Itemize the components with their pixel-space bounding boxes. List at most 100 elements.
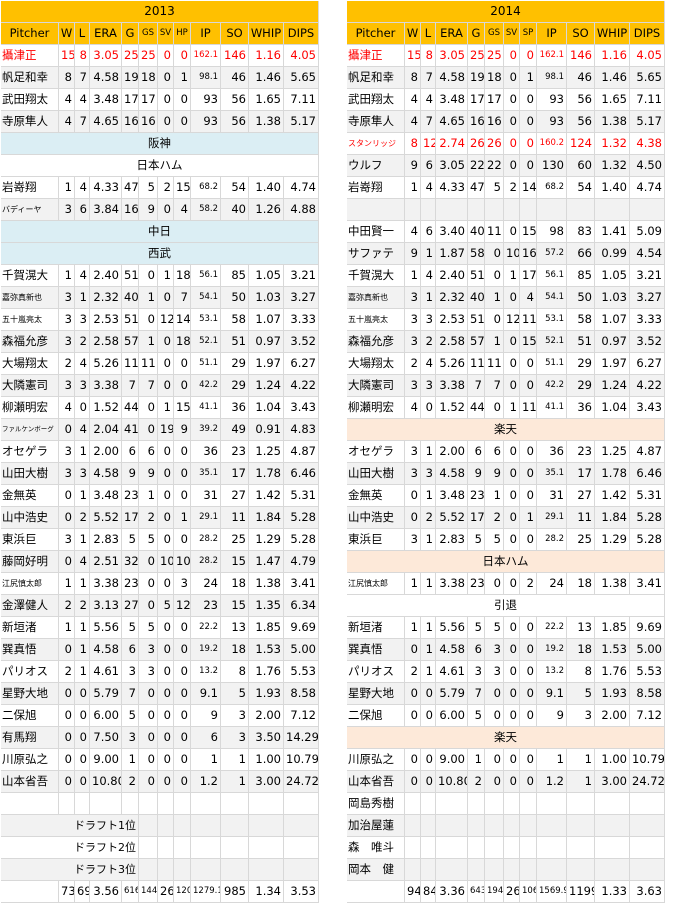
right-stat-cell: 2 [421, 331, 436, 353]
right-stat-cell: 146 [567, 45, 595, 67]
left-stat-cell: 3 [59, 529, 75, 551]
right-stat-cell: 1 [421, 573, 436, 595]
right-stat-cell: 5.31 [630, 485, 665, 507]
right-stat-cell [421, 815, 436, 837]
right-stat-cell: 56 [567, 89, 595, 111]
left-stat-cell: 3 [59, 287, 75, 309]
right-stat-cell [504, 859, 520, 881]
right-total-cell: 84 [421, 881, 436, 903]
left-stat-cell: 42.2 [191, 375, 221, 397]
right-stat-cell: 8 [567, 661, 595, 683]
right-stat-cell: 1.00 [595, 749, 630, 771]
right-stat-cell: 3 [421, 309, 436, 331]
left-stat-cell: 56.1 [191, 265, 221, 287]
right-stat-cell: 0 [504, 639, 520, 661]
right-stat-cell: 23 [468, 573, 485, 595]
left-stat-cell: 3 [75, 309, 90, 331]
left-stat-cell: 0 [139, 727, 158, 749]
right-stat-cell [485, 815, 504, 837]
right-stat-cell: 6.00 [436, 705, 468, 727]
left-stat-cell: 9 [174, 419, 191, 441]
right-stat-cell: 3 [485, 661, 504, 683]
right-stat-cell: 4.22 [630, 375, 665, 397]
right-stat-cell [630, 837, 665, 859]
right-stat-cell: 6 [485, 441, 504, 463]
right-stat-cell: 26 [468, 133, 485, 155]
right-stat-cell: 5.28 [630, 529, 665, 551]
left-stat-cell: 1.78 [249, 463, 284, 485]
right-stat-cell: 16 [468, 111, 485, 133]
right-stat-cell: 6.27 [630, 353, 665, 375]
right-blank-cell [595, 199, 630, 221]
left-stat-cell: 0 [59, 507, 75, 529]
left-stat-cell: 4 [75, 419, 90, 441]
left-blank-cell [174, 793, 191, 815]
left-draft-label: ドラフト3位 [1, 859, 139, 881]
right-stat-cell: 9 [485, 463, 504, 485]
left-stat-cell: 7 [139, 375, 158, 397]
left-team-header: 日本ハム [1, 155, 319, 177]
right-stat-cell: 1.05 [595, 265, 630, 287]
left-stat-cell: 0 [139, 573, 158, 595]
left-stat-cell: 0 [59, 727, 75, 749]
left-pitcher-name: 新垣渚 [1, 617, 59, 639]
right-stat-cell: 5.56 [436, 617, 468, 639]
left-pitcher-name: ファルケンボーグ [1, 419, 59, 441]
left-stat-cell: 4.58 [90, 639, 122, 661]
left-stat-cell: 32 [122, 551, 139, 573]
right-stat-cell: 15 [520, 221, 537, 243]
right-pitcher-name: 寺原隼人 [347, 111, 405, 133]
left-pitcher-name: 寺原隼人 [1, 111, 59, 133]
right-stat-cell: 11 [485, 353, 504, 375]
right-stat-cell [436, 837, 468, 859]
left-stat-cell: 6.27 [284, 353, 319, 375]
left-stat-cell: 16 [122, 199, 139, 221]
left-stat-cell: 3.48 [90, 485, 122, 507]
right-stat-cell: 19.2 [537, 639, 567, 661]
left-stat-cell: 10 [174, 551, 191, 573]
right-stat-cell: 5.52 [436, 507, 468, 529]
left-stat-cell: 8.58 [284, 683, 319, 705]
right-stat-cell: 0 [520, 155, 537, 177]
right-stat-cell: 42.2 [537, 375, 567, 397]
left-stat-cell: 3 [59, 441, 75, 463]
left-stat-cell: 0 [158, 375, 174, 397]
left-stat-cell: 0 [174, 639, 191, 661]
left-pitcher-name: 柳瀬明宏 [1, 397, 59, 419]
right-stat-cell: 0 [520, 111, 537, 133]
right-stat-cell: 1 [405, 617, 421, 639]
left-stat-cell: 98.1 [191, 67, 221, 89]
right-stat-cell [630, 815, 665, 837]
right-stat-cell: 0 [520, 133, 537, 155]
right-column-header: GS [485, 23, 504, 45]
right-stat-cell: 54.1 [537, 287, 567, 309]
right-stat-cell: 4.58 [436, 639, 468, 661]
right-stat-cell: 10.79 [630, 749, 665, 771]
right-stat-cell: 3.05 [436, 155, 468, 177]
left-stat-cell: 4.33 [90, 177, 122, 199]
left-stat-cell: 0 [75, 727, 90, 749]
left-stat-cell: 4.74 [284, 177, 319, 199]
right-stat-cell: 4.87 [630, 441, 665, 463]
left-stat-cell: 1.93 [249, 683, 284, 705]
left-stat-cell: 1 [75, 287, 90, 309]
right-stat-cell: 1.32 [595, 155, 630, 177]
left-stat-cell: 7 [174, 287, 191, 309]
right-stat-cell: 4 [421, 265, 436, 287]
left-stat-cell: 5.53 [284, 661, 319, 683]
right-stat-cell [405, 815, 421, 837]
right-total-cell: 3.63 [630, 881, 665, 903]
left-stat-cell: 25 [122, 45, 139, 67]
left-stat-cell: 0 [174, 485, 191, 507]
right-stat-cell: 0 [485, 683, 504, 705]
right-pitcher-name: 山本省吾 [347, 771, 405, 793]
right-stat-cell: 4 [405, 111, 421, 133]
left-stat-cell: 18 [221, 573, 249, 595]
left-stat-cell: 29 [221, 353, 249, 375]
left-stat-cell: 1.00 [249, 749, 284, 771]
right-stat-cell: 0 [520, 463, 537, 485]
left-pitcher-name: 金無英 [1, 485, 59, 507]
right-pitcher-name: 大場翔太 [347, 353, 405, 375]
right-stat-cell: 1.24 [595, 375, 630, 397]
right-stat-cell: 1 [421, 661, 436, 683]
